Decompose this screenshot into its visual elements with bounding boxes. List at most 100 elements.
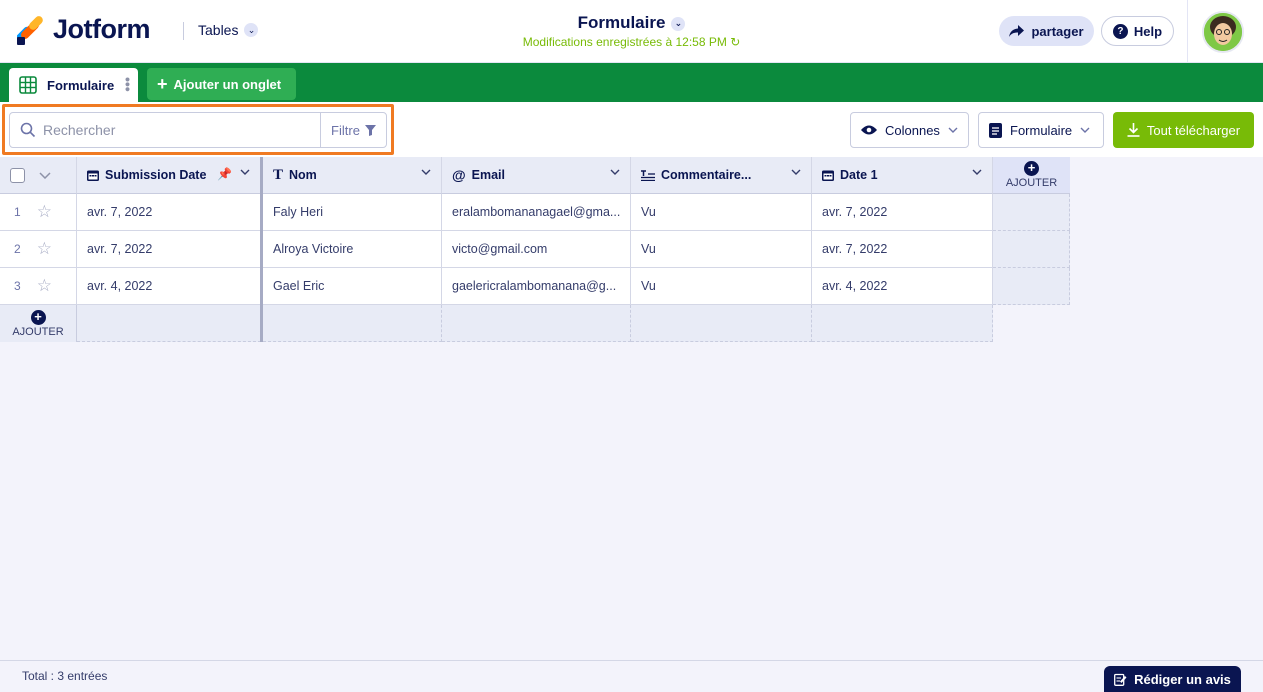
plus-icon: +	[1024, 161, 1039, 176]
column-header-label: Commentaire...	[661, 168, 752, 182]
table-cell[interactable]: Gael Eric	[263, 268, 442, 305]
column-header-email[interactable]: @ Email	[442, 157, 631, 194]
add-column-label: AJOUTER	[1005, 177, 1058, 189]
footer: Total : 3 entrées Rédiger un avis	[0, 660, 1263, 692]
download-icon	[1127, 123, 1140, 137]
search-input[interactable]	[43, 113, 321, 147]
column-header-label: Nom	[289, 168, 317, 182]
empty-add-column-cell	[993, 194, 1070, 231]
add-tab-label: Ajouter un onglet	[173, 76, 282, 92]
share-button[interactable]: partager	[999, 16, 1094, 46]
form-view-label: Formulaire	[1010, 122, 1073, 138]
share-label: partager	[1031, 23, 1084, 39]
column-header-label: Email	[471, 168, 506, 182]
chevron-down-icon[interactable]	[421, 169, 431, 175]
chevron-down-icon[interactable]	[972, 169, 982, 175]
filter-label: Filtre	[331, 122, 360, 138]
empty-add-row-cell	[442, 305, 631, 342]
total-entries: Total : 3 entrées	[22, 669, 108, 683]
tab-formulaire[interactable]: Formulaire •••	[9, 68, 138, 102]
row-number: 1 ☆	[0, 194, 77, 231]
table-cell[interactable]: avr. 4, 2022	[77, 268, 261, 305]
write-review-button[interactable]: Rédiger un avis	[1104, 666, 1241, 692]
table-cell[interactable]: eralambomananagael@gma...	[442, 194, 631, 231]
tab-bar: Formulaire ••• + Ajouter un onglet	[0, 63, 1263, 102]
empty-add-row-cell	[812, 305, 993, 342]
column-header-submission-date[interactable]: Submission Date 📌	[77, 157, 261, 194]
chevron-down-icon[interactable]	[240, 169, 250, 175]
table-cell[interactable]: Vu	[631, 231, 812, 268]
empty-add-row-cell	[77, 305, 261, 342]
chevron-down-icon	[1080, 127, 1090, 133]
table-cell[interactable]: Vu	[631, 194, 812, 231]
chevron-down-icon[interactable]	[39, 171, 51, 179]
eye-icon	[861, 125, 877, 135]
pin-icon[interactable]: 📌	[217, 167, 232, 181]
column-header-date-1[interactable]: Date 1	[812, 157, 993, 194]
chevron-down-icon: ⌄	[671, 16, 686, 31]
refresh-icon: ↻	[730, 35, 741, 49]
column-header-nom[interactable]: T Nom	[263, 157, 442, 194]
filter-icon	[364, 124, 376, 136]
table-cell[interactable]: gaelericralambomanana@g...	[442, 268, 631, 305]
star-icon[interactable]: ☆	[37, 276, 52, 296]
columns-label: Colonnes	[885, 122, 940, 138]
column-header-commentaire[interactable]: Commentaire...	[631, 157, 812, 194]
tab-options-icon[interactable]: •••	[120, 77, 136, 92]
chevron-down-icon	[948, 127, 958, 133]
table-cell[interactable]: Vu	[631, 268, 812, 305]
chevron-down-icon[interactable]	[791, 169, 801, 175]
search-icon	[20, 122, 36, 138]
table-cell[interactable]: Faly Heri	[263, 194, 442, 231]
text-icon: T	[273, 166, 284, 183]
empty-add-column-cell	[993, 268, 1070, 305]
chevron-down-icon[interactable]	[610, 169, 620, 175]
star-icon[interactable]: ☆	[37, 239, 52, 259]
avatar-image	[1204, 13, 1242, 51]
plus-icon: +	[157, 74, 168, 94]
calendar-icon	[87, 170, 99, 181]
row-number-label: 1	[14, 205, 21, 219]
avatar[interactable]	[1202, 11, 1244, 53]
add-row-button[interactable]: + AJOUTER	[0, 305, 77, 342]
paragraph-icon	[641, 169, 655, 181]
form-title-label: Formulaire	[577, 13, 666, 32]
select-all-header	[0, 157, 77, 194]
row-number: 3 ☆	[0, 268, 77, 305]
row-number-label: 2	[14, 242, 21, 256]
table-cell[interactable]: avr. 4, 2022	[812, 268, 993, 305]
row-number: 2 ☆	[0, 231, 77, 268]
column-header-label: Date 1	[840, 168, 878, 182]
top-bar: Jotform Tables ⌄ Formulaire ⌄ Modificatio…	[0, 0, 1263, 63]
filter-button[interactable]: Filtre	[320, 113, 386, 147]
empty-add-row-cell	[263, 305, 442, 342]
save-status-text: Modifications enregistrées à 12:58 PM	[522, 35, 727, 49]
table-cell[interactable]: avr. 7, 2022	[812, 231, 993, 268]
table-cell[interactable]: avr. 7, 2022	[812, 194, 993, 231]
table-cell[interactable]: victo@gmail.com	[442, 231, 631, 268]
share-arrow-icon	[1009, 25, 1025, 37]
pinned-column-divider[interactable]	[260, 157, 263, 342]
add-tab-button[interactable]: + Ajouter un onglet	[147, 68, 296, 100]
calendar-icon	[822, 170, 834, 181]
select-all-checkbox[interactable]	[10, 167, 25, 183]
table-cell[interactable]: avr. 7, 2022	[77, 194, 261, 231]
help-button[interactable]: ? Help	[1101, 16, 1174, 46]
document-icon	[989, 122, 1002, 138]
columns-button[interactable]: Colonnes	[850, 112, 969, 148]
header-divider	[1187, 0, 1188, 63]
empty-add-row-cell	[631, 305, 812, 342]
write-review-label: Rédiger un avis	[1134, 671, 1231, 687]
table-cell[interactable]: avr. 7, 2022	[77, 231, 261, 268]
download-label: Tout télécharger	[1146, 122, 1241, 138]
search-box: Filtre	[9, 112, 387, 148]
star-icon[interactable]: ☆	[37, 202, 52, 222]
add-row-label: AJOUTER	[12, 325, 64, 338]
empty-add-column-cell	[993, 231, 1070, 268]
form-view-button[interactable]: Formulaire	[978, 112, 1104, 148]
download-all-button[interactable]: Tout télécharger	[1113, 112, 1254, 148]
table-cell[interactable]: Alroya Victoire	[263, 231, 442, 268]
add-column-button[interactable]: + AJOUTER	[993, 157, 1070, 194]
help-label: Help	[1133, 23, 1163, 39]
at-icon: @	[452, 167, 466, 183]
